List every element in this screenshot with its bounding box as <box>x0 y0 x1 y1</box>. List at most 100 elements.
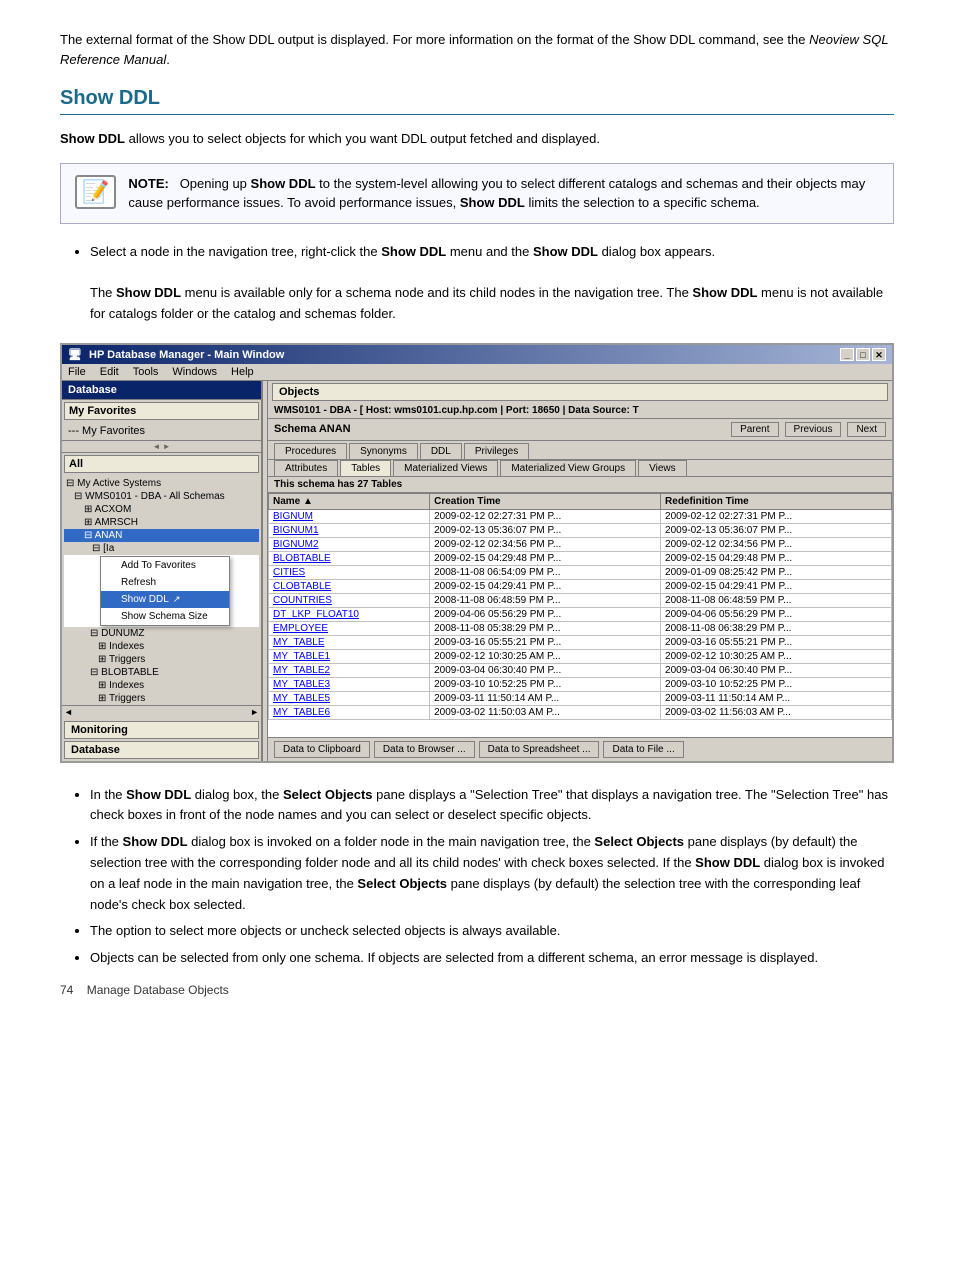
previous-button[interactable]: Previous <box>785 422 842 437</box>
tab-views[interactable]: Views <box>638 460 687 476</box>
table-cell-creation: 2009-02-12 02:34:56 PM P... <box>430 537 661 551</box>
ctx-refresh[interactable]: Refresh <box>101 574 229 591</box>
table-row[interactable]: CITIES2008-11-08 06:54:09 PM P...2009-01… <box>269 565 892 579</box>
tree-anan[interactable]: ⊟ ANAN <box>64 529 259 542</box>
table-row[interactable]: MY_TABLE32009-03-10 10:52:25 PM P...2009… <box>269 677 892 691</box>
title-bar-text: 🖥 HP Database Manager - Main Window <box>68 348 284 361</box>
bullet-2-1: In the Show DDL dialog box, the Select O… <box>90 785 894 827</box>
minimize-button[interactable]: _ <box>840 348 854 361</box>
table-row[interactable]: MY_TABLE2009-03-16 05:55:21 PM P...2009-… <box>269 635 892 649</box>
table-row[interactable]: MY_TABLE62009-03-02 11:50:03 AM P...2009… <box>269 705 892 719</box>
tree-indexes-1[interactable]: ⊞ Indexes <box>64 640 259 653</box>
table-row[interactable]: EMPLOYEE2008-11-08 05:38:29 PM P...2008-… <box>269 621 892 635</box>
content-area: Objects WMS0101 - DBA - [ Host: wms0101.… <box>268 381 892 761</box>
tab-privileges[interactable]: Privileges <box>464 443 529 459</box>
tab-attributes[interactable]: Attributes <box>274 460 338 476</box>
table-cell-redefinition: 2009-02-12 02:34:56 PM P... <box>661 537 892 551</box>
tab-procedures[interactable]: Procedures <box>274 443 347 459</box>
table-cell-name[interactable]: MY_TABLE <box>269 635 430 649</box>
menu-windows[interactable]: Windows <box>172 366 217 378</box>
tree-blobtable[interactable]: ⊟ BLOBTABLE <box>64 666 259 679</box>
table-cell-creation: 2009-03-04 06:30:40 PM P... <box>430 663 661 677</box>
ctx-show-schema-size[interactable]: Show Schema Size <box>101 608 229 625</box>
horizontal-scrollbar[interactable]: ◄► <box>62 705 261 719</box>
bullets-list-2: In the Show DDL dialog box, the Select O… <box>90 785 894 969</box>
col-header-name[interactable]: Name ▲ <box>269 493 430 509</box>
table-row[interactable]: BLOBTABLE2009-02-15 04:29:48 PM P...2009… <box>269 551 892 565</box>
tree-active-systems[interactable]: ⊟ My Active Systems <box>64 477 259 490</box>
tree-acxom[interactable]: ⊞ ACXOM <box>64 503 259 516</box>
ctx-show-ddl[interactable]: Show DDL ↗ <box>101 591 229 608</box>
note-icon: 📝 <box>75 175 116 209</box>
table-cell-name[interactable]: BIGNUM2 <box>269 537 430 551</box>
context-menu: Add To Favorites Refresh Show DDL ↗ Show… <box>100 556 230 626</box>
table-cell-name[interactable]: MY_TABLE5 <box>269 691 430 705</box>
btn-clipboard[interactable]: Data to Clipboard <box>274 741 370 758</box>
tree-indexes-2[interactable]: ⊞ Indexes <box>64 679 259 692</box>
table: Name ▲ Creation Time Redefinition Time B… <box>268 493 892 720</box>
close-button[interactable]: ✕ <box>872 348 886 361</box>
table-cell-name[interactable]: MY_TABLE6 <box>269 705 430 719</box>
next-button[interactable]: Next <box>847 422 886 437</box>
table-cell-name[interactable]: BLOBTABLE <box>269 551 430 565</box>
tab-materialized-view-groups[interactable]: Materialized View Groups <box>500 460 636 476</box>
intro-text-end: . <box>166 52 170 67</box>
tree-anan-child1[interactable]: ⊟ [Ia <box>64 542 259 555</box>
tab-tables[interactable]: Tables <box>340 460 391 476</box>
table-cell-name[interactable]: MY_TABLE1 <box>269 649 430 663</box>
col-header-redefinition[interactable]: Redefinition Time <box>661 493 892 509</box>
btn-browser[interactable]: Data to Browser ... <box>374 741 475 758</box>
bullet-2-4: Objects can be selected from only one sc… <box>90 948 894 969</box>
table-row[interactable]: BIGNUM22009-02-12 02:34:56 PM P...2009-0… <box>269 537 892 551</box>
table-cell-redefinition: 2009-01-09 08:25:42 PM P... <box>661 565 892 579</box>
favorites-item[interactable]: --- My Favorites <box>66 424 257 438</box>
parent-button[interactable]: Parent <box>731 422 778 437</box>
table-cell-name[interactable]: CITIES <box>269 565 430 579</box>
table-cell-name[interactable]: MY_TABLE2 <box>269 663 430 677</box>
table-row[interactable]: COUNTRIES2008-11-08 06:48:59 PM P...2008… <box>269 593 892 607</box>
tree-amrsch[interactable]: ⊞ AMRSCH <box>64 516 259 529</box>
table-row[interactable]: CLOBTABLE2009-02-15 04:29:41 PM P...2009… <box>269 579 892 593</box>
table-cell-name[interactable]: MY_TABLE3 <box>269 677 430 691</box>
btn-file[interactable]: Data to File ... <box>603 741 683 758</box>
menu-help[interactable]: Help <box>231 366 254 378</box>
title-bar-buttons[interactable]: _ □ ✕ <box>840 348 886 361</box>
table-row[interactable]: MY_TABLE12009-02-12 10:30:25 AM P...2009… <box>269 649 892 663</box>
tree-triggers-2[interactable]: ⊞ Triggers <box>64 692 259 705</box>
footer-text: Manage Database Objects <box>87 983 229 997</box>
menu-edit[interactable]: Edit <box>100 366 119 378</box>
table-cell-name[interactable]: BIGNUM1 <box>269 523 430 537</box>
table-cell-name[interactable]: BIGNUM <box>269 509 430 523</box>
table-cell-name[interactable]: DT_LKP_FLOAT10 <box>269 607 430 621</box>
table-row[interactable]: DT_LKP_FLOAT10 2009-04-06 05:56:29 PM P..… <box>269 607 892 621</box>
table-cell-creation: 2009-02-12 10:30:25 AM P... <box>430 649 661 663</box>
menu-tools[interactable]: Tools <box>133 366 159 378</box>
menu-file[interactable]: File <box>68 366 86 378</box>
tab-synonyms[interactable]: Synonyms <box>349 443 418 459</box>
table-cell-creation: 2009-03-02 11:50:03 AM P... <box>430 705 661 719</box>
tree-dunumz[interactable]: ⊟ DUNUMZ <box>64 627 259 640</box>
table-cell-redefinition: 2009-04-06 05:56:29 PM P... <box>661 607 892 621</box>
table-cell-redefinition: 2009-03-11 11:50:14 AM P... <box>661 691 892 705</box>
table-cell-name[interactable]: COUNTRIES <box>269 593 430 607</box>
monitoring-label[interactable]: Monitoring <box>64 721 259 739</box>
ctx-add-favorites[interactable]: Add To Favorites <box>101 557 229 574</box>
table-row[interactable]: BIGNUM2009-02-12 02:27:31 PM P...2009-02… <box>269 509 892 523</box>
tab-materialized-views[interactable]: Materialized Views <box>393 460 498 476</box>
btn-spreadsheet[interactable]: Data to Spreadsheet ... <box>479 741 600 758</box>
screenshot-container: 🖥 HP Database Manager - Main Window _ □ … <box>60 343 894 763</box>
table-row[interactable]: BIGNUM12009-02-13 05:36:07 PM P...2009-0… <box>269 523 892 537</box>
schema-count: This schema has 27 Tables <box>268 477 892 493</box>
tree-triggers-1[interactable]: ⊞ Triggers <box>64 653 259 666</box>
table-row[interactable]: MY_TABLE22009-03-04 06:30:40 PM P...2009… <box>269 663 892 677</box>
tree-wms0101[interactable]: ⊟ WMS0101 - DBA - All Schemas <box>64 490 259 503</box>
note-content: NOTE: Opening up Show DDL to the system-… <box>128 174 879 213</box>
tab-ddl[interactable]: DDL <box>420 443 462 459</box>
table-cell-name[interactable]: EMPLOYEE <box>269 621 430 635</box>
col-header-creation[interactable]: Creation Time <box>430 493 661 509</box>
database-label[interactable]: Database <box>64 741 259 759</box>
main-layout: Database My Favorites --- My Favorites ◄… <box>62 381 892 761</box>
table-cell-name[interactable]: CLOBTABLE <box>269 579 430 593</box>
maximize-button[interactable]: □ <box>856 348 870 361</box>
table-row[interactable]: MY_TABLE52009-03-11 11:50:14 AM P...2009… <box>269 691 892 705</box>
